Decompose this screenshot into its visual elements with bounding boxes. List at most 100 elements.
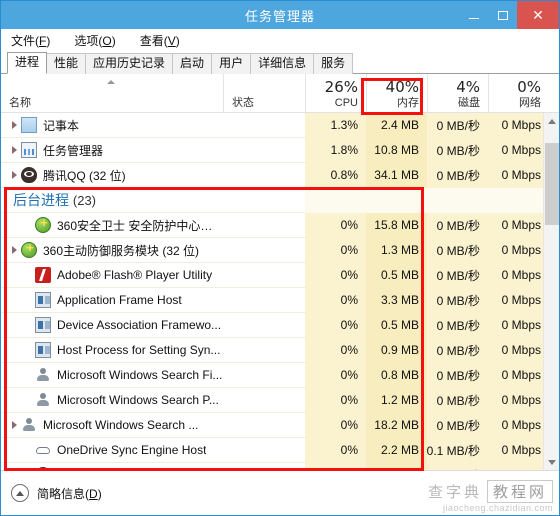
menu-item-3[interactable]: 查看(V) <box>138 30 190 51</box>
column-header-name[interactable]: 名称 <box>1 74 223 112</box>
cell-disk: 0 MB/秒 <box>427 462 488 470</box>
cell-memory: 10.8 MB <box>366 137 427 163</box>
process-row[interactable]: OneDrive Sync Engine Host 0% 2.2 MB 0.1 MB/… <box>1 437 559 463</box>
cell-cpu: 0% <box>305 387 366 413</box>
chevron-right-icon <box>11 421 17 429</box>
cell-disk: 0 MB/秒 <box>427 113 488 138</box>
tab-1[interactable]: 进程 <box>7 52 48 74</box>
tab-4[interactable]: 启动 <box>172 53 213 74</box>
process-name: Microsoft Windows Search Fi... <box>57 368 223 382</box>
winapp-icon <box>35 317 51 333</box>
cell-cpu <box>305 187 366 213</box>
scroll-down-button[interactable] <box>544 454 559 470</box>
process-row[interactable]: Host Process for Setting Syn... 0% 0.9 MB 0… <box>1 337 559 363</box>
process-row[interactable]: Microsoft Windows Search Fi... 0% 0.8 MB 0 … <box>1 362 559 388</box>
task-manager-window: 任务管理器 ✕ 文件(F) 选项(O) 查看(V) 进程 性能 应用历史记录 启动 用户 详细… <box>0 0 560 516</box>
group-name: 后台进程 <box>13 192 69 208</box>
process-row[interactable]: Application Frame Host 0% 3.3 MB 0 MB/秒 0 Mb… <box>1 287 559 313</box>
maximize-button[interactable] <box>488 1 517 29</box>
tab-6[interactable]: 详细信息 <box>250 53 315 74</box>
tab-3[interactable]: 应用历史记录 <box>85 53 174 74</box>
process-name: 腾讯QQ (32 位) <box>43 168 126 183</box>
cell-cpu: 0% <box>305 412 366 438</box>
cell-status <box>223 438 305 463</box>
watermark-line2: jiaocheng.chazidian.com <box>442 503 553 513</box>
cell-status <box>223 413 305 438</box>
fewer-details-button[interactable] <box>11 484 29 502</box>
cell-cpu: 0% <box>305 262 366 288</box>
chevron-down-icon <box>548 459 556 465</box>
column-header-network[interactable]: 0% 网络 <box>488 74 549 112</box>
cell-network: 0 Mbps <box>488 287 549 313</box>
process-name: Microsoft Windows Search P... <box>57 393 219 407</box>
tab-label: 服务 <box>321 56 346 70</box>
menu-item-2[interactable]: 选项(O) <box>72 30 125 51</box>
cell-cpu: 0% <box>305 437 366 463</box>
cell-status <box>223 288 305 313</box>
process-row[interactable]: 360安全卫士 安全防护中心模块... 0%15.8 MB0 MB/秒0 Mbps <box>1 212 559 238</box>
search-icon <box>35 367 51 383</box>
process-name: 360主动防御服务模块 (32 位) <box>43 243 200 258</box>
chevron-right-icon <box>11 246 17 254</box>
expand-toggle[interactable] <box>7 421 21 429</box>
expand-toggle[interactable] <box>7 121 21 129</box>
tab-2[interactable]: 性能 <box>46 53 87 74</box>
expand-toggle[interactable] <box>7 246 21 254</box>
tab-label: 用户 <box>219 56 244 70</box>
process-row[interactable]: QQ安全防护进程 (32 位) 0%1.1 MB0 MB/秒0 Mbps <box>1 462 559 470</box>
cell-network: 0 Mbps <box>488 387 549 413</box>
fewer-details-label[interactable]: 简略信息(D) <box>37 485 102 502</box>
expand-toggle[interactable] <box>7 146 21 154</box>
menu-item-1[interactable]: 文件(F) <box>9 30 60 51</box>
search-icon <box>21 417 37 433</box>
vertical-scrollbar[interactable] <box>543 113 559 470</box>
column-header-row: 名称 状态 26% CPU 40% 内存 4% 磁盘 0% 网络 <box>1 74 559 113</box>
process-list[interactable]: 记事本 1.3% 2.4 MB 0 MB/秒 0 Mbps 任务管理器 1.8% 10.8 M… <box>1 113 559 470</box>
cell-status <box>223 388 305 413</box>
process-row[interactable]: 腾讯QQ (32 位) 0.8% 34.1 MB 0 MB/秒 0 Mbps <box>1 162 559 188</box>
column-header-memory[interactable]: 40% 内存 <box>366 74 427 112</box>
process-row[interactable]: Device Association Framewo... 0% 0.5 MB 0 M… <box>1 312 559 338</box>
process-row[interactable]: 360主动防御服务模块 (32 位) 0%1.3 MB0 MB/秒0 Mbps <box>1 237 559 263</box>
scrollbar-thumb[interactable] <box>545 143 559 225</box>
process-row[interactable]: Adobe® Flash® Player Utility 0% 0.5 MB 0 MB… <box>1 262 559 288</box>
cell-name: Microsoft Windows Search Fi... <box>1 363 223 388</box>
winapp-icon <box>35 342 51 358</box>
cell-cpu: 0% <box>305 337 366 363</box>
tab-7[interactable]: 服务 <box>313 53 354 74</box>
process-row[interactable]: Microsoft Windows Search P... 0% 1.2 MB 0 M… <box>1 387 559 413</box>
cell-status <box>223 113 305 138</box>
menu-item-label: 选项 <box>74 33 99 48</box>
cell-memory: 18.2 MB <box>366 412 427 438</box>
process-row[interactable]: 记事本 1.3% 2.4 MB 0 MB/秒 0 Mbps <box>1 113 559 138</box>
scroll-up-button[interactable] <box>544 113 559 129</box>
cell-network: 0 Mbps <box>488 462 549 470</box>
process-row[interactable]: 任务管理器 1.8% 10.8 MB 0 MB/秒 0 Mbps <box>1 137 559 163</box>
column-header-disk[interactable]: 4% 磁盘 <box>427 74 488 112</box>
group-count: (23) <box>72 193 97 208</box>
cell-memory: 2.2 MB <box>366 437 427 463</box>
cell-network: 0 Mbps <box>488 337 549 363</box>
minimize-button[interactable] <box>459 1 488 29</box>
tab-5[interactable]: 用户 <box>211 53 252 74</box>
cell-memory: 1.2 MB <box>366 387 427 413</box>
close-button[interactable]: ✕ <box>517 1 559 29</box>
cell-network: 0 Mbps <box>488 312 549 338</box>
column-header-name-label: 名称 <box>9 97 31 109</box>
cell-status <box>223 138 305 163</box>
expand-toggle[interactable] <box>7 171 21 179</box>
cell-memory: 0.5 MB <box>366 262 427 288</box>
chevron-up-icon <box>16 490 24 496</box>
cell-disk: 0 MB/秒 <box>427 262 488 288</box>
process-group-row[interactable]: 后台进程 (23) <box>1 187 559 213</box>
cell-memory: 1.1 MB <box>366 462 427 470</box>
cell-name: Microsoft Windows Search ... <box>1 413 223 438</box>
360-icon <box>35 215 52 233</box>
column-header-cpu[interactable]: 26% CPU <box>305 74 366 112</box>
chevron-right-icon <box>11 171 17 179</box>
cell-memory <box>366 187 427 213</box>
cell-cpu: 0.8% <box>305 162 366 188</box>
process-row[interactable]: Microsoft Windows Search ... 0% 18.2 MB 0 M… <box>1 412 559 438</box>
column-header-status[interactable]: 状态 <box>223 74 305 112</box>
process-rows: 记事本 1.3% 2.4 MB 0 MB/秒 0 Mbps 任务管理器 1.8% 10.8 M… <box>1 113 559 470</box>
